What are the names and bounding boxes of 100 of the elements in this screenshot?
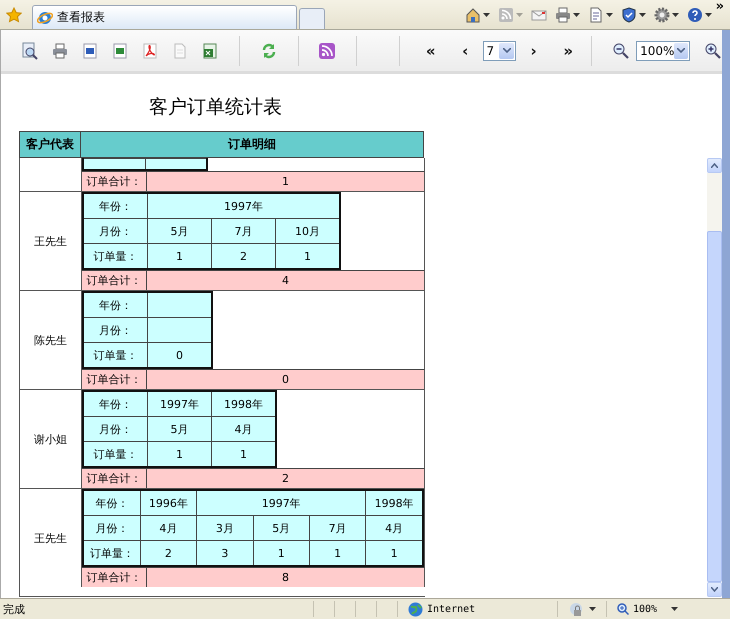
table-cell: 月份： (83, 318, 148, 342)
shield-icon[interactable] (620, 6, 637, 22)
table-cell: 2 (212, 244, 276, 269)
zoom-level-button[interactable]: 100% (617, 603, 658, 615)
browser-tab-icon (37, 10, 53, 26)
help-icon[interactable] (686, 6, 703, 22)
table-cell: 月份： (83, 516, 140, 540)
table-cell: 1 (148, 442, 212, 467)
table-cell: 4月 (212, 416, 276, 442)
table-cell: 年份： (83, 193, 148, 218)
total-value: 0 (281, 372, 290, 388)
table-cell: 5月 (253, 516, 310, 540)
table-cell: 订单量： (83, 442, 148, 467)
jump-button[interactable]: « (425, 42, 436, 60)
table-cell: 月份： (83, 416, 148, 442)
caret-icon[interactable] (671, 607, 678, 611)
table-cell (83, 158, 146, 170)
zoom-select[interactable]: 100% (636, 40, 690, 60)
dropdown-caret-icon[interactable] (502, 48, 511, 53)
caret-icon[interactable] (482, 12, 490, 16)
caret-icon[interactable] (606, 12, 613, 16)
dropdown-caret-icon[interactable] (677, 48, 686, 53)
table-cell: 1 (309, 540, 366, 566)
scroll-down-icon[interactable] (711, 587, 718, 592)
table-cell: 1997年 (148, 391, 212, 416)
zoom-icon (617, 603, 629, 615)
feed-icon[interactable] (318, 42, 336, 60)
total-value: 8 (281, 570, 290, 586)
table-cell (148, 292, 212, 318)
table-cell: 3 (196, 540, 254, 566)
total-label: 订单合计： (82, 370, 147, 389)
table-cell: 订单量： (83, 244, 148, 269)
total-label: 订单合计： (82, 568, 147, 587)
table-cell: 1 (212, 442, 276, 467)
pdf-document-icon[interactable] (141, 42, 159, 60)
table-cell: 订单量： (83, 342, 148, 368)
table-cell: 1996年 (140, 490, 197, 516)
page-step-button[interactable]: ‹ (460, 42, 471, 60)
table-cell: 4月 (140, 516, 197, 540)
table-cell: 月份： (83, 218, 148, 244)
customer-name: 王先生 (34, 234, 67, 248)
protected-mode-icon[interactable] (568, 602, 584, 616)
word-document-icon[interactable] (81, 42, 99, 60)
report-title: 客户订单统计表 (148, 95, 283, 120)
favorites-star-icon[interactable] (6, 6, 22, 22)
table-cell: 1998年 (366, 490, 423, 516)
total-label: 订单合计： (82, 469, 147, 488)
scroll-up-icon[interactable] (711, 163, 718, 168)
browser-tab[interactable]: 查看报表 (32, 5, 297, 29)
table-cell: 3月 (196, 516, 254, 540)
column-header: 订单明细 (80, 132, 424, 158)
column-header: 客户代表 (20, 132, 80, 158)
status-text: 完成 (3, 602, 26, 616)
caret-icon[interactable] (638, 12, 646, 16)
table-cell: 订单量： (83, 540, 140, 566)
caret-icon[interactable] (572, 12, 580, 16)
home-icon[interactable] (464, 6, 481, 22)
security-zone: Internet (427, 604, 476, 614)
table-cell: 2 (140, 540, 197, 566)
customer-name: 陈先生 (34, 332, 67, 348)
table-cell: 1997年 (196, 490, 366, 516)
document-icon[interactable] (588, 6, 604, 22)
table-cell: 1998年 (212, 391, 276, 416)
page-step-button[interactable]: › (528, 42, 539, 60)
table-cell (148, 318, 212, 342)
more-commands-button[interactable]: » (716, 0, 724, 14)
total-value: 1 (281, 174, 290, 190)
total-label: 订单合计： (82, 172, 147, 191)
table-cell: 7月 (212, 218, 276, 244)
jump-button[interactable]: » (562, 42, 574, 60)
print-icon[interactable] (51, 42, 69, 60)
table-cell: 5月 (148, 416, 212, 442)
spreadsheet-document-icon[interactable] (111, 42, 129, 60)
zoom-out-icon[interactable] (612, 42, 630, 60)
table-cell (146, 158, 207, 170)
settings-icon[interactable] (654, 6, 670, 22)
zoom-in-icon[interactable] (704, 42, 722, 60)
table-cell: 7月 (309, 516, 366, 540)
table-cell: 年份： (83, 292, 148, 318)
table-cell: 1 (148, 244, 212, 269)
table-cell: 1 (366, 540, 423, 566)
customer-name: 谢小姐 (34, 432, 67, 446)
spreadsheet-export-icon[interactable] (201, 42, 219, 60)
total-label: 订单合计： (82, 271, 147, 290)
table-cell: 0 (148, 342, 212, 368)
search-document-icon[interactable] (21, 42, 39, 60)
caret-icon[interactable] (672, 12, 679, 16)
table-cell: 1997年 (148, 193, 340, 218)
total-value: 4 (281, 273, 290, 289)
table-cell: 1 (253, 540, 310, 566)
globe-icon (408, 602, 423, 616)
page-select[interactable]: 7 (482, 40, 516, 60)
print-icon[interactable] (554, 6, 571, 22)
table-cell: 10月 (276, 218, 340, 244)
caret-icon[interactable] (704, 12, 712, 16)
table-cell: 1 (276, 244, 340, 269)
caret-icon[interactable] (589, 607, 596, 611)
customer-name: 王先生 (34, 530, 67, 546)
table-cell: 年份： (83, 490, 140, 516)
table-cell: 4月 (366, 516, 423, 540)
